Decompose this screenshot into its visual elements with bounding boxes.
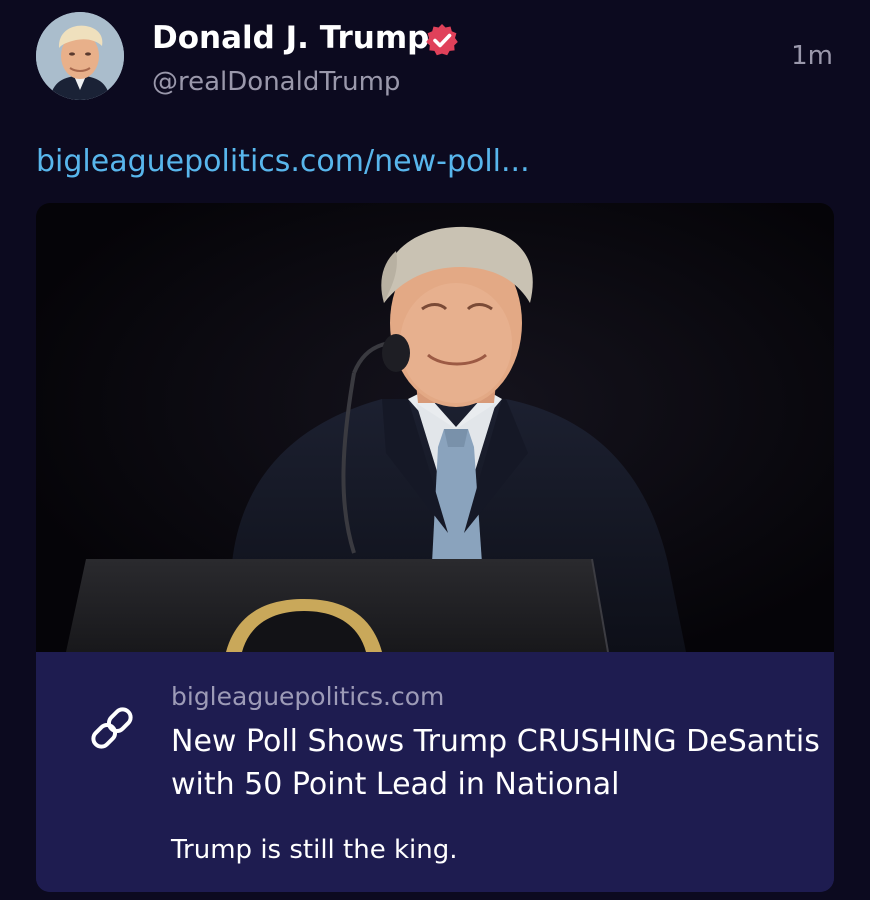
verified-badge-icon: [426, 24, 458, 56]
link-preview-footer: bigleaguepolitics.com New Poll Shows Tru…: [36, 652, 834, 892]
post: Donald J. Trump @realDonaldTrump 1m bigl…: [0, 0, 870, 900]
author-avatar[interactable]: [36, 12, 124, 100]
link-icon: [91, 707, 133, 749]
link-preview-domain: bigleaguepolitics.com: [171, 682, 445, 711]
post-timestamp[interactable]: 1m: [791, 38, 833, 74]
article-photo: [36, 203, 834, 652]
link-preview-card[interactable]: bigleaguepolitics.com New Poll Shows Tru…: [36, 203, 834, 892]
link-preview-title: New Poll Shows Trump CRUSHING DeSantis w…: [171, 724, 820, 802]
author-display-name[interactable]: Donald J. Trump: [152, 18, 429, 58]
link-preview-description: Trump is still the king.: [171, 835, 458, 865]
link-preview-image: [36, 203, 834, 652]
post-link[interactable]: bigleaguepolitics.com/new-poll...: [36, 142, 530, 182]
author-handle[interactable]: @realDonaldTrump: [152, 64, 400, 100]
avatar-photo: [36, 12, 124, 100]
